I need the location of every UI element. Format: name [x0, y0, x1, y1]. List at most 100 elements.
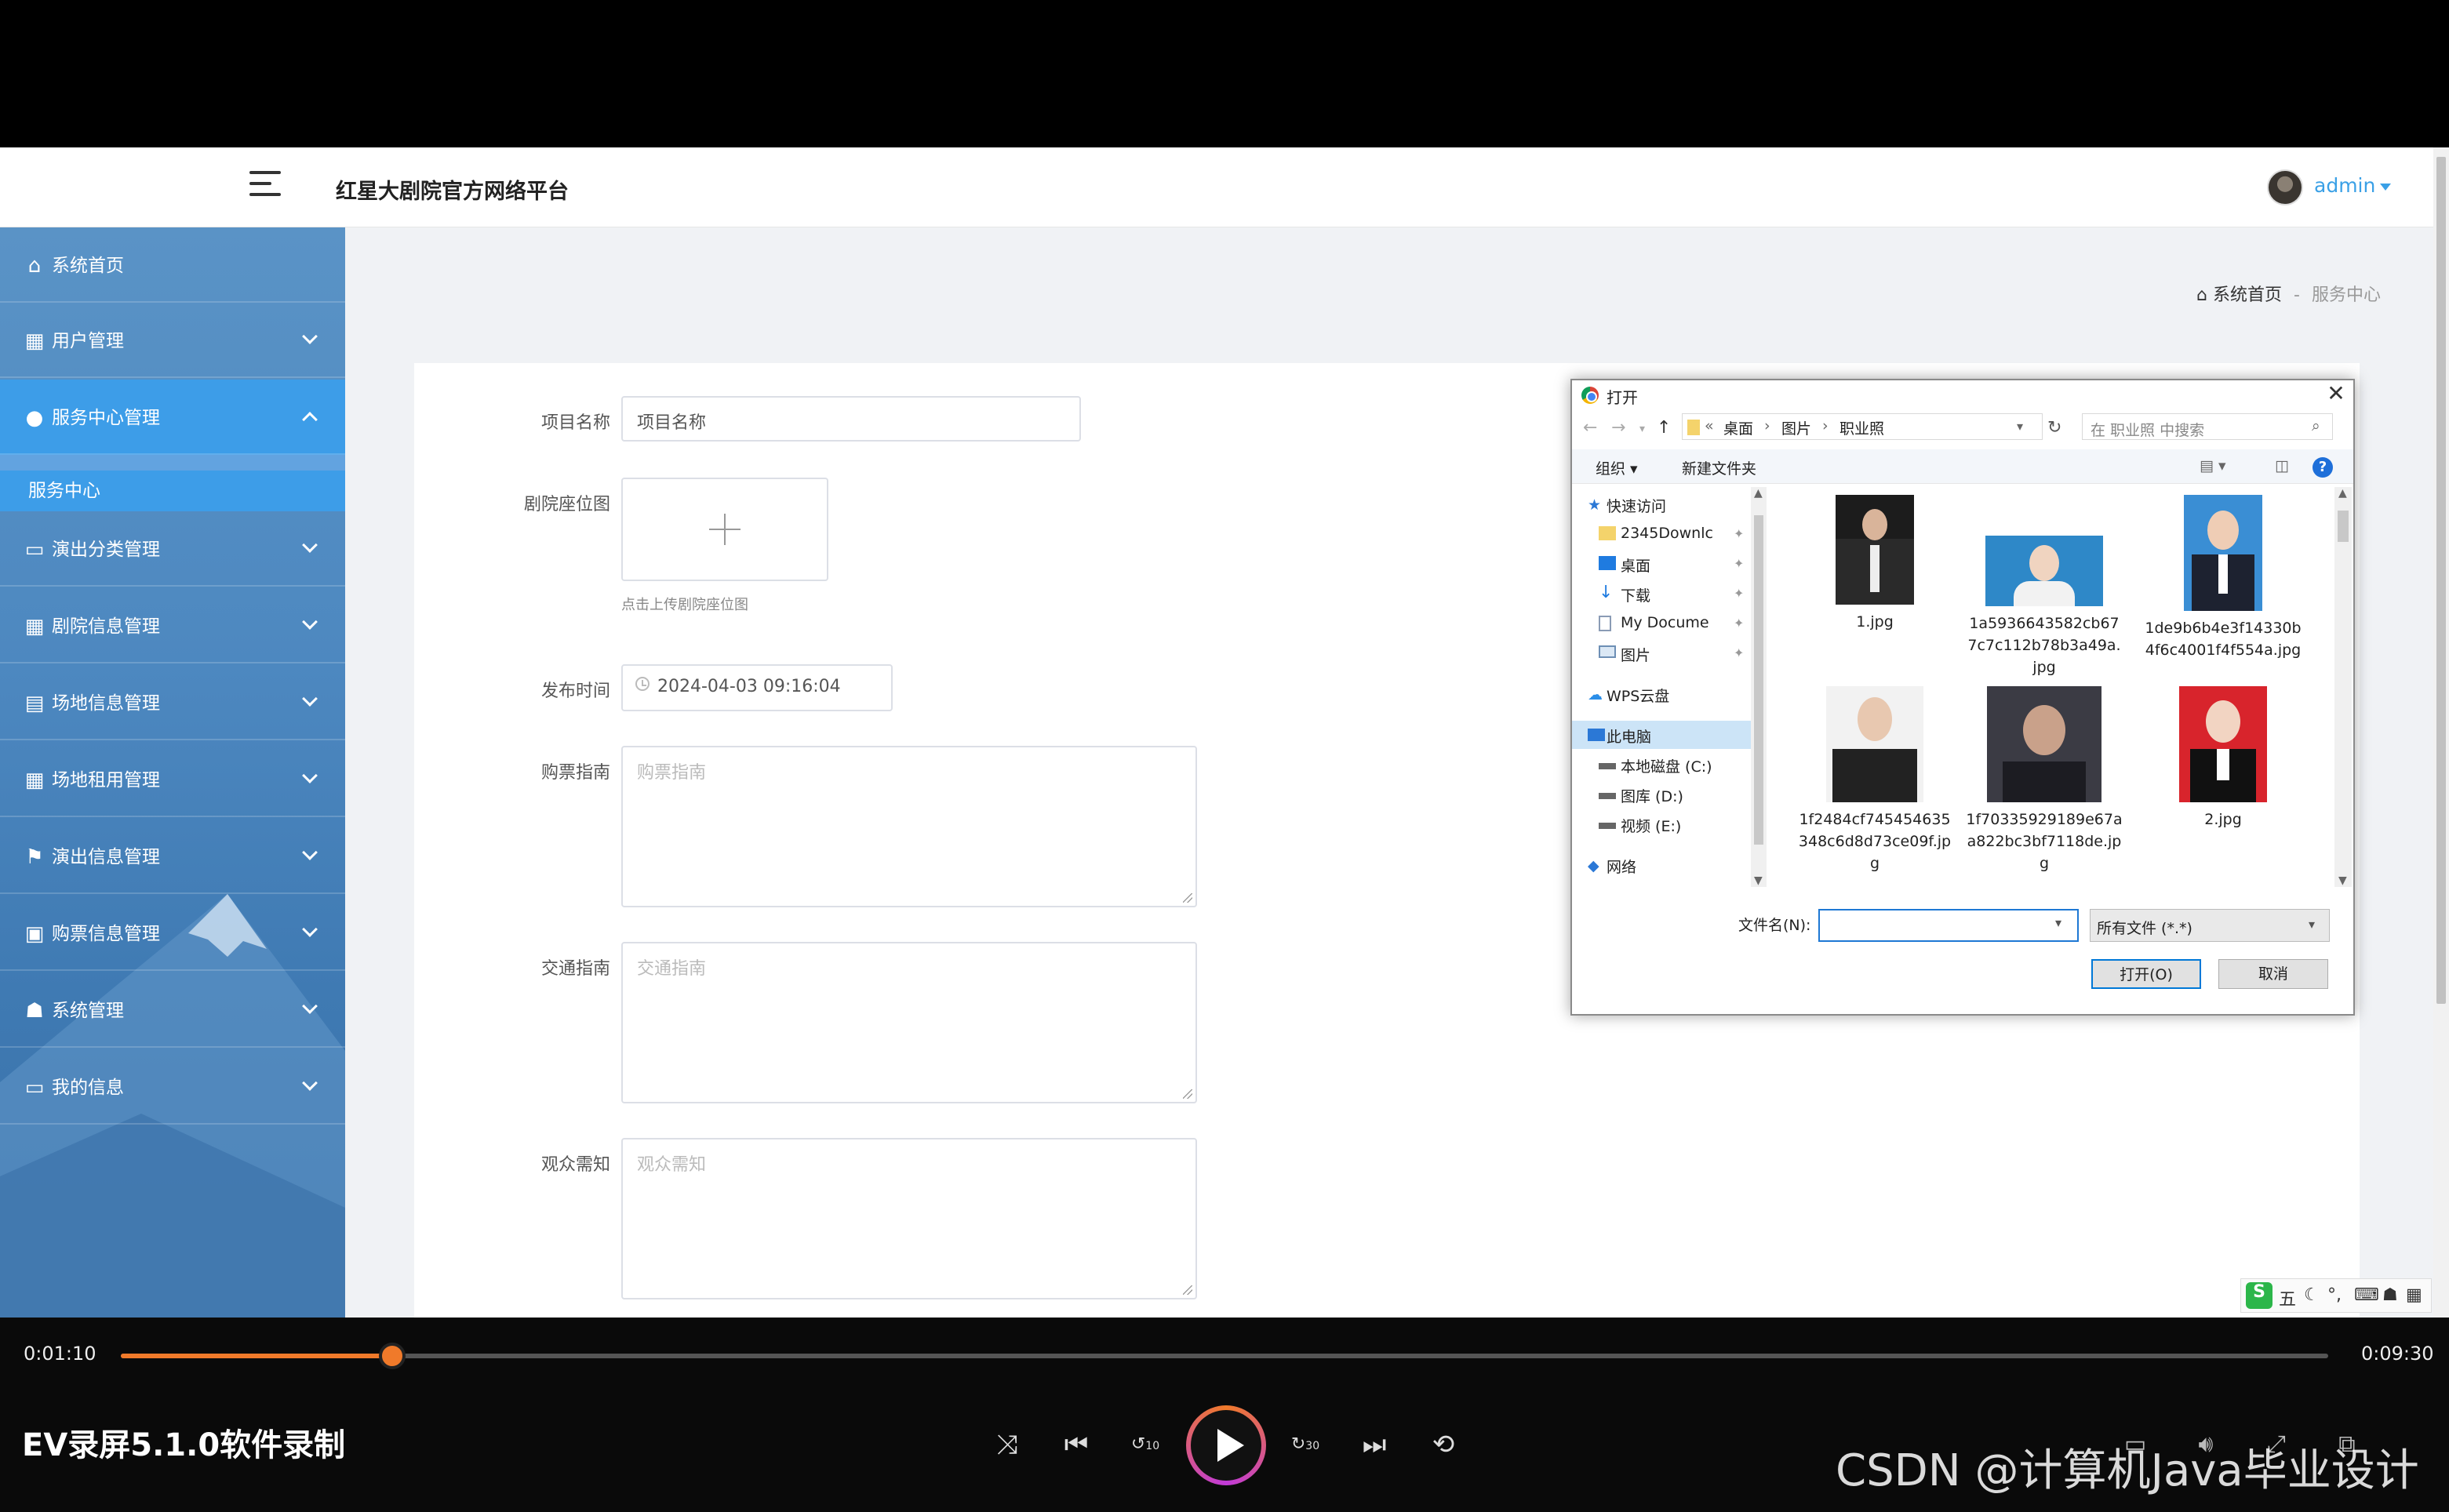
- page-scroll-thumb[interactable]: [2436, 157, 2446, 1004]
- play-button[interactable]: [1186, 1405, 1266, 1485]
- breadcrumb-home[interactable]: 系统首页: [2213, 285, 2282, 305]
- path-segment[interactable]: 图片: [1781, 417, 1811, 438]
- rewind-10-icon[interactable]: ↺10: [1128, 1427, 1163, 1462]
- scroll-down-icon[interactable]: ▼: [2338, 874, 2347, 887]
- help-icon[interactable]: ?: [2313, 457, 2333, 478]
- file-item[interactable]: 1f2484cf745454635348c6d8d73ce09f.jpg: [1796, 686, 1953, 874]
- organize-button[interactable]: 组织 ▾: [1596, 457, 1638, 478]
- ime-mode[interactable]: 五: [2279, 1285, 2296, 1310]
- loop-off-icon[interactable]: ⟲: [1426, 1427, 1461, 1462]
- sidebar-item-theater-info[interactable]: ▦ 剧院信息管理: [0, 588, 345, 663]
- punctuation-icon[interactable]: °,: [2327, 1285, 2342, 1305]
- tree-scroll-thumb[interactable]: [1754, 515, 1763, 845]
- chevron-down-icon[interactable]: ▾: [2017, 419, 2023, 434]
- browser-page: 红星大剧院官方网络平台 admin ⌂ 系统首页 ▦ 用户管理 ● 服务中心管理…: [0, 147, 2433, 1318]
- page-scrollbar[interactable]: [2433, 147, 2449, 1318]
- audience-notice-textarea[interactable]: 观众需知: [621, 1138, 1197, 1299]
- dialog-titlebar[interactable]: 打开 ✕: [1572, 380, 2353, 409]
- tree-item-label: My Docume: [1621, 614, 1709, 631]
- file-item[interactable]: 1.jpg: [1796, 495, 1953, 633]
- sidebar-item-home[interactable]: ⌂ 系统首页: [0, 227, 345, 303]
- menu-toggle-icon[interactable]: [249, 171, 281, 199]
- sidebar-item-show-category[interactable]: ▭ 演出分类管理: [0, 511, 345, 587]
- download-icon: ↓: [1599, 583, 1614, 602]
- sidebar-item-show-info[interactable]: ⚑ 演出信息管理: [0, 819, 345, 894]
- tree-scrollbar[interactable]: ▲ ▼: [1751, 487, 1767, 887]
- tree-item-wps-cloud[interactable]: ☁ WPS云盘: [1572, 680, 1757, 708]
- sidebar-item-system[interactable]: ☗ 系统管理: [0, 972, 345, 1048]
- sidebar-item-ticket-info[interactable]: ▣ 购票信息管理: [0, 896, 345, 971]
- project-name-input[interactable]: 项目名称: [621, 396, 1081, 442]
- tree-item-quick-access[interactable]: ★ 快速访问: [1572, 490, 1757, 518]
- shuffle-icon[interactable]: ⤨: [990, 1427, 1024, 1462]
- chevron-down-icon: [302, 768, 318, 783]
- progress-knob[interactable]: [379, 1343, 406, 1369]
- resize-handle-icon[interactable]: [1183, 893, 1192, 903]
- path-segment[interactable]: 桌面: [1723, 417, 1753, 438]
- file-item[interactable]: 1f70335929189e67aa822bc3bf7118de.jpg: [1966, 686, 2123, 874]
- tree-item-2345download[interactable]: 2345Downlc ✦: [1572, 520, 1757, 548]
- user-name[interactable]: admin: [2314, 174, 2375, 197]
- traffic-guide-textarea[interactable]: 交通指南: [621, 942, 1197, 1103]
- ime-logo-icon[interactable]: S: [2246, 1282, 2273, 1309]
- tree-item-drive-c[interactable]: 本地磁盘 (C:): [1572, 751, 1757, 779]
- address-bar[interactable]: « 桌面 › 图片 › 职业照 ▾: [1682, 413, 2043, 440]
- file-item[interactable]: 1a5936643582cb677c7c112b78b3a49a.jpg: [1966, 495, 2123, 678]
- tree-item-drive-e[interactable]: 视频 (E:): [1572, 810, 1757, 838]
- caret-down-icon[interactable]: [2380, 184, 2391, 191]
- user-icon[interactable]: ☗: [2382, 1285, 2398, 1305]
- back-arrow-icon[interactable]: ←: [1583, 418, 1597, 438]
- tree-item-label: 快速访问: [1607, 498, 1667, 515]
- filename-input[interactable]: ▾: [1818, 909, 2079, 942]
- seat-map-upload[interactable]: [621, 478, 828, 581]
- sidebar-item-my-info[interactable]: ▭ 我的信息: [0, 1049, 345, 1125]
- view-mode-icon[interactable]: ▤ ▾: [2200, 457, 2226, 474]
- up-arrow-icon[interactable]: ↑: [1657, 418, 1671, 438]
- filetype-select[interactable]: 所有文件 (*.*) ▾: [2090, 909, 2330, 942]
- sidebar-item-venue-info[interactable]: ▤ 场地信息管理: [0, 665, 345, 740]
- tree-item-drive-d[interactable]: 图库 (D:): [1572, 780, 1757, 809]
- path-segment[interactable]: 职业照: [1839, 417, 1884, 438]
- tree-item-network[interactable]: ◆ 网络: [1572, 851, 1757, 879]
- ticket-guide-textarea[interactable]: 购票指南: [621, 746, 1197, 907]
- keyboard-icon[interactable]: ⌨: [2354, 1285, 2379, 1305]
- file-item[interactable]: 1de9b6b4e3f14330b4f6c4001f4f554a.jpg: [2145, 495, 2302, 661]
- sidebar-item-service-center[interactable]: ● 服务中心管理: [0, 380, 345, 455]
- tree-item-pictures[interactable]: 图片 ✦: [1572, 639, 1757, 667]
- forward-arrow-icon[interactable]: →: [1611, 418, 1625, 438]
- new-folder-button[interactable]: 新建文件夹: [1682, 457, 1756, 478]
- grid-icon[interactable]: ▦: [2406, 1285, 2422, 1305]
- open-button[interactable]: 打开(O): [2091, 959, 2201, 989]
- resize-handle-icon[interactable]: [1183, 1089, 1192, 1099]
- sidebar-item-users[interactable]: ▦ 用户管理: [0, 303, 345, 378]
- tree-item-this-pc[interactable]: 此电脑: [1572, 721, 1757, 749]
- previous-icon[interactable]: ⏮: [1059, 1427, 1093, 1462]
- chevron-down-icon[interactable]: ▾: [2055, 915, 2061, 930]
- sidebar-subitem-service-center[interactable]: 服务中心: [0, 471, 345, 511]
- file-item[interactable]: 2.jpg: [2145, 686, 2302, 831]
- next-icon[interactable]: ⏭: [1357, 1427, 1392, 1462]
- preview-pane-icon[interactable]: ◫: [2275, 457, 2289, 474]
- scroll-up-icon[interactable]: ▲: [2338, 487, 2347, 500]
- resize-handle-icon[interactable]: [1183, 1285, 1192, 1295]
- refresh-icon[interactable]: ↻: [2047, 418, 2061, 438]
- moon-icon[interactable]: ☾: [2304, 1285, 2320, 1305]
- tree-item-documents[interactable]: My Docume ✦: [1572, 609, 1757, 638]
- search-input[interactable]: 在 职业照 中搜索 ⌕: [2082, 413, 2333, 440]
- close-icon[interactable]: ✕: [2323, 380, 2349, 407]
- progress-track[interactable]: [121, 1343, 2328, 1369]
- tree-item-downloads[interactable]: ↓ 下载 ✦: [1572, 580, 1757, 608]
- sidebar-item-venue-rental[interactable]: ▦ 场地租用管理: [0, 742, 345, 817]
- file-list-scrollbar[interactable]: ▲ ▼: [2334, 487, 2352, 887]
- forward-30-icon[interactable]: ↻30: [1288, 1427, 1323, 1462]
- publish-time-input[interactable]: 2024-04-03 09:16:04: [621, 664, 893, 711]
- file-name: 1f2484cf745454635348c6d8d73ce09f.jpg: [1798, 811, 1952, 872]
- scroll-down-icon[interactable]: ▼: [1754, 874, 1763, 887]
- avatar[interactable]: [2267, 169, 2303, 205]
- breadcrumb-separator: -: [2293, 285, 2300, 305]
- scroll-up-icon[interactable]: ▲: [1754, 487, 1763, 500]
- tree-item-desktop[interactable]: 桌面 ✦: [1572, 550, 1757, 578]
- file-scroll-thumb[interactable]: [2338, 511, 2349, 542]
- cancel-button[interactable]: 取消: [2218, 959, 2328, 989]
- recent-dropdown-icon[interactable]: ▾: [1639, 423, 1645, 435]
